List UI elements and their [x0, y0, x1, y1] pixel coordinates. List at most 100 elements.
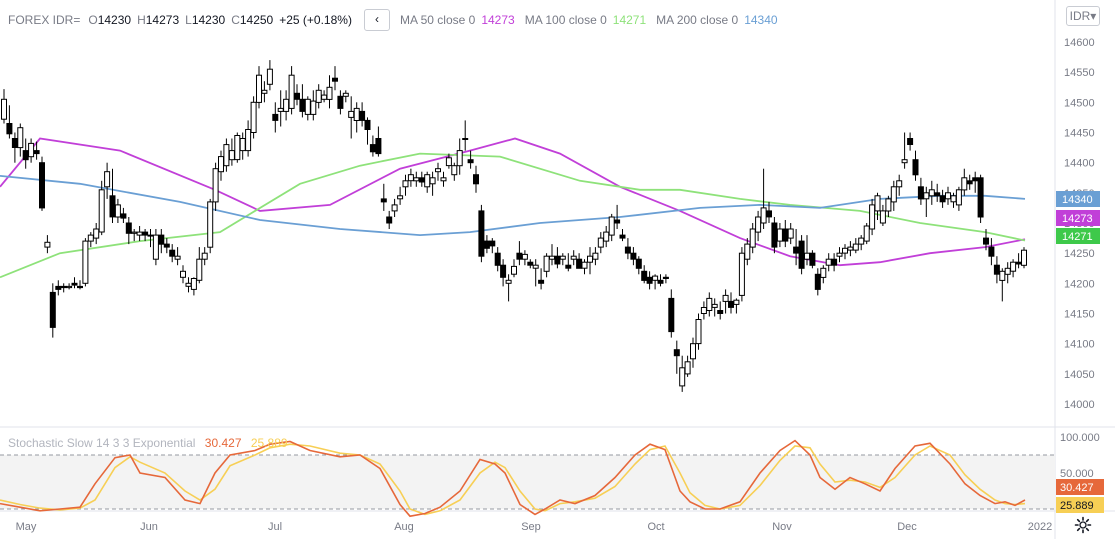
- price-tag-label: 14273: [1062, 213, 1093, 225]
- oscillator-title[interactable]: Stochastic Slow 14 3 3 Exponential: [8, 436, 195, 450]
- candle-body-down: [983, 237, 989, 245]
- candle-body-up: [348, 110, 355, 118]
- high-value: 14273: [145, 13, 180, 27]
- candle-body-down: [624, 246, 631, 254]
- price-tag-label: 14271: [1062, 231, 1093, 243]
- candle-body-down: [380, 198, 387, 203]
- candle-body-up: [1021, 249, 1027, 266]
- candle-body-up: [874, 195, 881, 212]
- time-tick-label: Aug: [394, 521, 414, 533]
- candle-body-down: [158, 234, 165, 245]
- symbol-name[interactable]: FOREX IDR=: [8, 13, 80, 27]
- candle-body-down: [619, 234, 626, 239]
- candle-body-up: [228, 150, 235, 161]
- candle-body-down: [483, 240, 490, 249]
- candle-body-up: [429, 177, 436, 185]
- candle-body-up: [608, 216, 615, 236]
- candle-body-up: [885, 198, 892, 212]
- candle-body-up: [945, 192, 951, 200]
- high-label: H: [137, 13, 146, 27]
- ma200-label[interactable]: MA 200 close 0: [656, 13, 738, 27]
- candle-body-up: [847, 246, 854, 251]
- candle-body-up: [212, 168, 219, 203]
- candle-body-down: [966, 180, 973, 185]
- price-tick-label: 14250: [1064, 248, 1095, 260]
- candle-body-down: [939, 195, 946, 203]
- candle-body-down: [831, 258, 838, 266]
- price-tick-label: 14150: [1064, 309, 1095, 321]
- candle-body-up: [445, 157, 452, 167]
- candle-body-down: [71, 282, 78, 286]
- candle-body-up: [755, 216, 762, 233]
- open-label: O: [88, 13, 98, 27]
- candle-body-down: [169, 249, 176, 257]
- candle-body-up: [852, 243, 859, 251]
- candle-body-up: [760, 207, 767, 224]
- candle-body-up: [277, 107, 284, 112]
- candle-body-down: [988, 246, 995, 257]
- candle-body-up: [744, 243, 751, 260]
- candle-body-up: [733, 299, 740, 305]
- candle-body-down: [798, 240, 805, 269]
- collapse-legend-button[interactable]: ‹: [363, 9, 390, 31]
- candle-body-up: [82, 240, 89, 284]
- price-tick-label: 14200: [1064, 278, 1095, 290]
- candle-body-up: [44, 241, 51, 248]
- candle-body-down: [972, 177, 979, 182]
- candle-body-up: [245, 129, 252, 152]
- stoch-tag-label: 25.889: [1060, 500, 1094, 512]
- oscillator-legend: Stochastic Slow 14 3 3 Exponential 30.42…: [8, 436, 288, 450]
- price-tick-label: 14100: [1064, 339, 1095, 351]
- candle-body-down: [717, 310, 724, 314]
- candle-body-up: [543, 255, 550, 272]
- candle-body-up: [250, 101, 257, 134]
- ma100-value: 14271: [612, 13, 647, 27]
- candle-body-down: [369, 144, 376, 153]
- candle-body-up: [402, 180, 409, 188]
- candle-body-up: [787, 228, 794, 239]
- candle-body-up: [131, 231, 138, 234]
- candle-body-down: [538, 279, 545, 284]
- candle-body-up: [896, 180, 903, 188]
- candle-body-up: [17, 127, 24, 149]
- low-label: L: [185, 13, 192, 27]
- candle-body-up: [858, 237, 865, 245]
- close-value: 14250: [239, 13, 274, 27]
- currency-button[interactable]: IDR▾: [1066, 6, 1100, 26]
- candle-body-up: [256, 74, 262, 103]
- candle-body-up: [581, 261, 588, 269]
- candle-body-up: [196, 258, 203, 281]
- candle-body-down: [917, 186, 924, 200]
- candle-body-up: [288, 74, 295, 109]
- candle-body-down: [332, 77, 338, 82]
- candle-body-up: [961, 177, 968, 191]
- candle-body-up: [511, 265, 517, 275]
- time-tick-label: Jul: [268, 521, 282, 533]
- candle-body-up: [462, 138, 469, 140]
- ma100-label[interactable]: MA 100 close 0: [525, 13, 607, 27]
- candle-body-down: [728, 300, 734, 308]
- price-tick-label: 14450: [1064, 128, 1095, 140]
- candle-body-down: [630, 252, 637, 260]
- main-legend: FOREX IDR= O 14230 H 14273 L 14230 C 14250 +…: [8, 9, 778, 31]
- candle-body-up: [239, 138, 246, 152]
- candle-body-down: [668, 297, 675, 333]
- candle-body-down: [299, 98, 306, 112]
- candle-body-down: [337, 95, 344, 109]
- candle-body-down: [125, 222, 132, 234]
- candle-body-up: [695, 319, 702, 345]
- time-tick-label: 2022: [1028, 521, 1052, 533]
- candle-body-up: [397, 195, 404, 200]
- candle-body-down: [494, 252, 501, 266]
- candle-body-up: [304, 98, 311, 115]
- candle-body-up: [776, 228, 783, 242]
- gear-icon[interactable]: [1074, 516, 1092, 534]
- candle-body-down: [766, 210, 772, 218]
- ma50-label[interactable]: MA 50 close 0: [400, 13, 475, 27]
- candle-body-down: [635, 258, 642, 269]
- candle-body-down: [120, 213, 127, 219]
- candle-body-down: [163, 243, 170, 248]
- chart-canvas[interactable]: 1460014550145001445014400143501430014250…: [0, 0, 1115, 539]
- candle-body-down: [912, 159, 919, 176]
- candle-body-down: [641, 270, 648, 281]
